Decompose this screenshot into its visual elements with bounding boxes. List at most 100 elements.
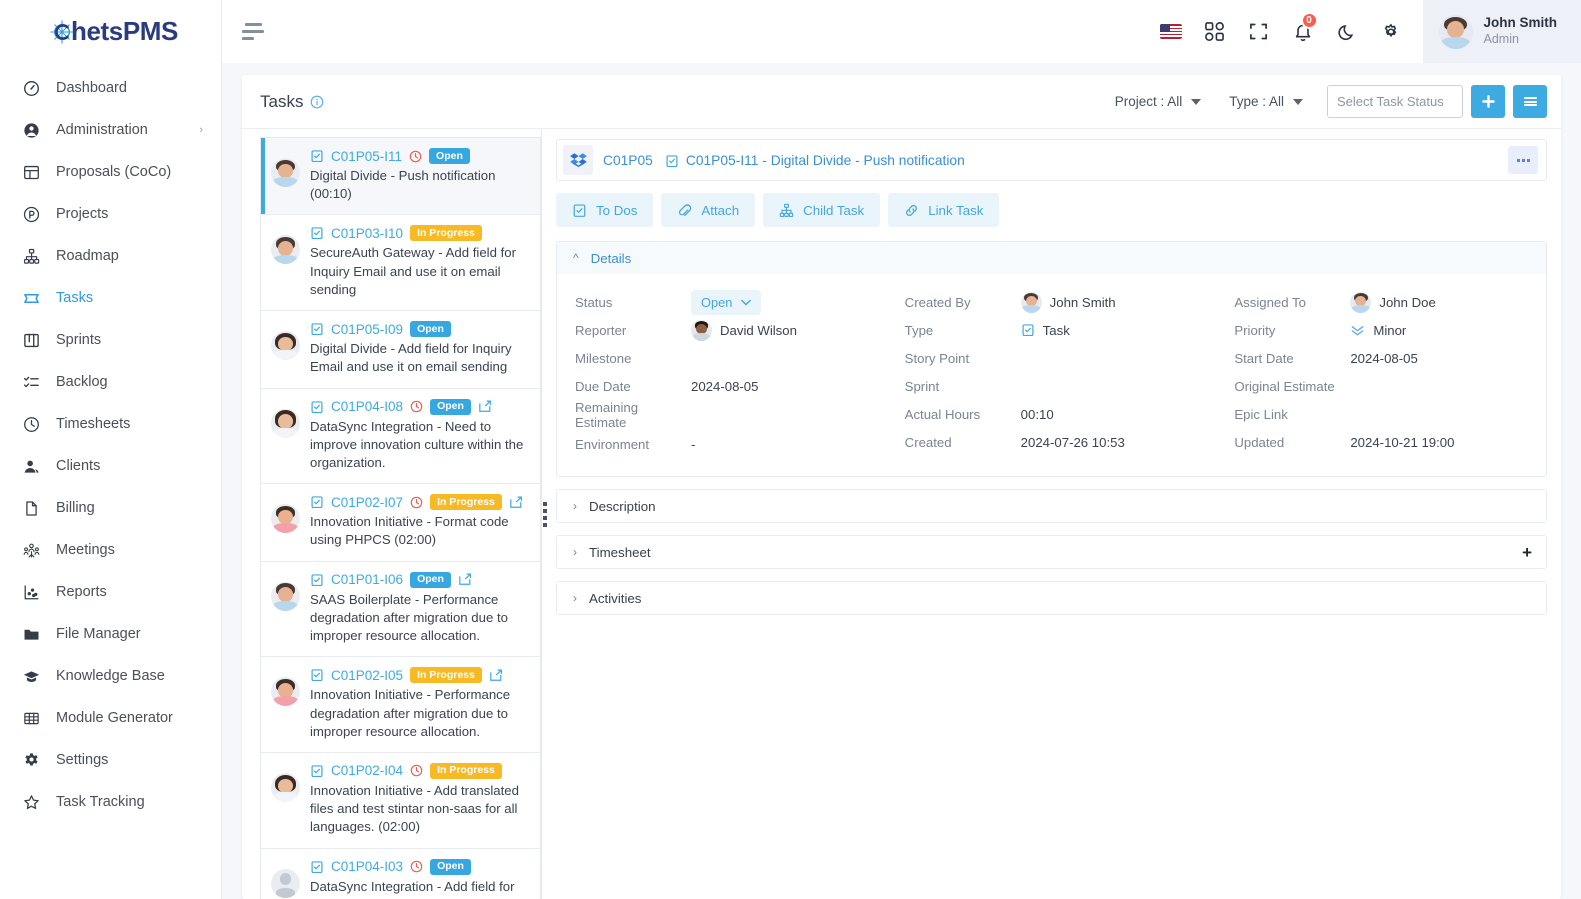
- tab-to-dos[interactable]: To Dos: [556, 193, 654, 227]
- tab-link-task[interactable]: Link Task: [888, 193, 1000, 227]
- logo-mark-icon: [49, 19, 75, 45]
- fullscreen-button[interactable]: [1237, 0, 1281, 63]
- project-filter-dropdown[interactable]: Project : All: [1101, 94, 1216, 109]
- task-list-item[interactable]: C01P02-I05 In Progress Innovation Initiati…: [261, 657, 540, 753]
- app-logo[interactable]: hetsPMS: [0, 0, 221, 63]
- timesheet-panel-header[interactable]: › Timesheet +: [557, 536, 1546, 568]
- task-key[interactable]: C01P04-I03: [331, 859, 403, 874]
- list-view-button[interactable]: [1513, 85, 1547, 118]
- ellipsis-icon: [1516, 158, 1520, 162]
- task-key[interactable]: C01P02-I04: [331, 763, 403, 778]
- sidebar-item-billing[interactable]: Billing: [0, 487, 221, 529]
- task-key[interactable]: C01P04-I08: [331, 399, 403, 414]
- task-list-item[interactable]: C01P02-I07 In Progress Innovation Initiati…: [261, 484, 540, 562]
- settings-button[interactable]: [1369, 0, 1413, 63]
- task-list-item[interactable]: C01P03-I10 In Progress SecureAuth Gateway …: [261, 215, 540, 312]
- chevron-down-icon: [1191, 98, 1202, 105]
- task-key[interactable]: C01P01-I06: [331, 572, 403, 587]
- task-list-item[interactable]: C01P02-I04 In Progress Innovation Initiati…: [261, 752, 540, 849]
- sidebar-item-administration[interactable]: Administration ›: [0, 109, 221, 151]
- sidebar-item-file-manager[interactable]: File Manager: [0, 613, 221, 655]
- sidebar-item-proposals-coco[interactable]: Proposals (CoCo): [0, 151, 221, 193]
- task-list: C01P05-I11 Open Digital Divide - Push noti…: [260, 137, 541, 899]
- file-icon: [20, 499, 42, 517]
- sidebar-item-reports[interactable]: Reports: [0, 571, 221, 613]
- task-list-item[interactable]: C01P05-I11 Open Digital Divide - Push noti…: [261, 138, 540, 216]
- detail-project-key[interactable]: C01P05: [603, 153, 653, 168]
- external-link-icon[interactable]: [509, 496, 523, 509]
- status-badge: Open: [429, 148, 470, 164]
- sidebar-item-meetings[interactable]: Meetings: [0, 529, 221, 571]
- sidebar-item-sprints[interactable]: Sprints: [0, 319, 221, 361]
- task-list-item[interactable]: C01P04-I08 Open DataSync Integration - Nee…: [261, 388, 540, 485]
- task-list-item[interactable]: C01P04-I03 Open DataSync Integration - Add…: [261, 848, 540, 899]
- language-flag-button[interactable]: [1149, 0, 1193, 63]
- detail-field: Priority Minor: [1234, 316, 1530, 344]
- sidebar-item-clients[interactable]: Clients: [0, 445, 221, 487]
- activities-panel-label: Activities: [589, 590, 642, 606]
- info-icon[interactable]: [310, 95, 324, 109]
- sidebar-item-tasks[interactable]: Tasks: [0, 277, 221, 319]
- task-status-input[interactable]: [1327, 85, 1463, 118]
- dark-mode-button[interactable]: [1325, 0, 1369, 63]
- notifications-button[interactable]: 0: [1281, 0, 1325, 63]
- task-description: DataSync Integration - Need to improve i…: [310, 418, 524, 470]
- apps-grid-button[interactable]: [1193, 0, 1237, 63]
- field-label: Created By: [904, 294, 971, 310]
- user-menu[interactable]: John Smith Admin: [1422, 0, 1581, 63]
- task-key[interactable]: C01P02-I05: [331, 668, 403, 683]
- details-panel-header[interactable]: ^ Details: [557, 242, 1546, 274]
- sidebar-item-knowledge-base[interactable]: Knowledge Base: [0, 655, 221, 697]
- task-list-panel[interactable]: C01P05-I11 Open Digital Divide - Push noti…: [242, 129, 542, 899]
- task-list-item[interactable]: C01P05-I09 Open Digital Divide - Add field…: [261, 311, 540, 389]
- sidebar-item-roadmap[interactable]: Roadmap: [0, 235, 221, 277]
- avatar: [271, 235, 300, 265]
- external-link-icon[interactable]: [458, 573, 472, 586]
- task-list-item[interactable]: C01P01-I06 Open SAAS Boilerplate - Perform…: [261, 561, 540, 658]
- top-bar-actions: 0 John Smith Admin: [1149, 0, 1581, 63]
- detail-task-title[interactable]: C01P05-I11 - Digital Divide - Push notif…: [665, 153, 965, 168]
- details-col-1: Status Open Reporter David Wilson Milestone D…: [557, 288, 887, 458]
- task-key[interactable]: C01P03-I10: [331, 226, 403, 241]
- task-description: Innovation Initiative - Format code usin…: [310, 514, 509, 548]
- field-label: Updated: [1234, 434, 1285, 450]
- details-col-2: Created By John Smith Type Task Story Point S…: [887, 288, 1217, 458]
- logo-text: hetsPMS: [70, 16, 178, 46]
- external-link-icon[interactable]: [478, 400, 492, 413]
- activities-panel: › Activities: [556, 581, 1547, 615]
- task-more-menu-button[interactable]: [1508, 146, 1538, 174]
- description-panel-header[interactable]: › Description: [557, 490, 1546, 522]
- type-filter-dropdown[interactable]: Type : All: [1215, 94, 1317, 109]
- field-value-text: David Wilson: [720, 322, 797, 338]
- activities-panel-header[interactable]: › Activities: [557, 582, 1546, 614]
- task-key[interactable]: C01P05-I11: [331, 149, 402, 164]
- tab-label: Child Task: [803, 202, 865, 218]
- clock-icon: [410, 764, 423, 777]
- chevron-right-icon: ›: [573, 591, 577, 605]
- sidebar-item-projects[interactable]: Projects: [0, 193, 221, 235]
- status-badge: Open: [410, 321, 451, 338]
- tab-attach[interactable]: Attach: [661, 193, 756, 227]
- chevron-down-icon: [1293, 98, 1303, 105]
- sidebar-toggle-hamburger-icon[interactable]: [242, 18, 270, 46]
- sidebar-item-module-generator[interactable]: Module Generator: [0, 697, 221, 739]
- task-key[interactable]: C01P02-I07: [331, 495, 403, 510]
- detail-field: Milestone: [575, 344, 871, 372]
- add-task-button[interactable]: [1471, 85, 1505, 118]
- sidebar-item-dashboard[interactable]: Dashboard: [0, 67, 221, 109]
- sidebar-item-settings[interactable]: Settings: [0, 739, 221, 781]
- status-dropdown[interactable]: Open: [691, 289, 762, 315]
- sidebar-item-timesheets[interactable]: Timesheets: [0, 403, 221, 445]
- field-label: Assigned To: [1234, 294, 1306, 310]
- field-label: Original Estimate: [1234, 378, 1335, 394]
- user-circle-icon: [20, 121, 42, 139]
- task-key[interactable]: C01P05-I09: [331, 322, 403, 337]
- task-description: Digital Divide - Push notification (00:1…: [310, 168, 496, 202]
- avatar: [271, 408, 300, 438]
- sidebar-item-backlog[interactable]: Backlog: [0, 361, 221, 403]
- status-badge: In Progress: [410, 667, 482, 684]
- sidebar-item-task-tracking[interactable]: Task Tracking: [0, 781, 221, 823]
- add-timesheet-button[interactable]: +: [1522, 544, 1532, 561]
- external-link-icon[interactable]: [489, 669, 503, 682]
- tab-child-task[interactable]: Child Task: [763, 193, 881, 227]
